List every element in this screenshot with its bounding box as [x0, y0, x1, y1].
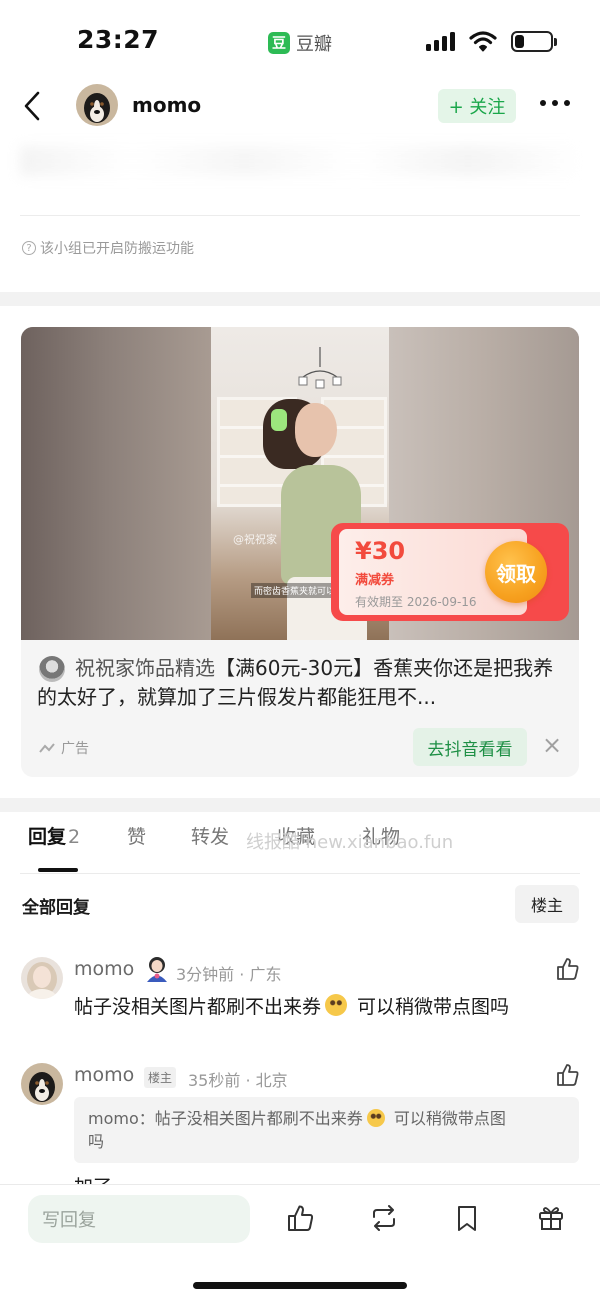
section-separator	[0, 798, 600, 812]
commenter-avatar[interactable]	[21, 957, 63, 999]
ad-card[interactable]: @祝祝家 而密齿香蕉夹就可以满 ¥30 满减券 有效期至 2026-09-16 …	[21, 327, 579, 777]
like-icon[interactable]	[555, 956, 581, 982]
commenter-avatar[interactable]	[21, 1063, 63, 1105]
battery-level	[515, 34, 524, 48]
coupon-card[interactable]: ¥30 满减券 有效期至 2026-09-16 领取	[331, 523, 569, 621]
coupon-amount: ¥30	[355, 537, 406, 565]
tab-replies[interactable]: 回复 2	[28, 822, 80, 849]
chandelier-icon	[298, 347, 342, 389]
author-avatar[interactable]	[76, 84, 118, 126]
quoted-reply: momo：帖子没相关图片都刷不出来券 可以稍微带点图吗	[74, 1097, 579, 1163]
home-indicator	[193, 1282, 407, 1289]
ad-brand-name: 祝祝家饰品精选	[75, 656, 215, 680]
comment-text: 帖子没相关图片都刷不出来券 可以稍微带点图吗	[74, 994, 510, 1018]
tab-replies-count: 2	[68, 826, 81, 848]
tab-likes[interactable]: 赞	[127, 822, 146, 849]
ad-label: 广告	[39, 738, 89, 758]
user-badge-icon	[147, 957, 167, 982]
ad-title[interactable]: 祝祝家饰品精选【满60元-30元】香蕉夹你还是把我养的太好了，就算加了三片假发片…	[37, 654, 563, 712]
nav-bar: momo + 关注	[0, 80, 600, 132]
close-ad-icon[interactable]: ×	[541, 733, 563, 757]
status-app: 豆 豆瓣	[268, 30, 332, 56]
divider	[20, 873, 580, 874]
battery-icon	[511, 30, 557, 52]
ad-image-blur-left	[21, 327, 211, 640]
bookmark-icon[interactable]	[452, 1203, 482, 1233]
open-douyin-button[interactable]: 去抖音看看	[413, 728, 527, 766]
pleading-face-icon	[366, 1109, 385, 1127]
page-watermark: 线报酷 new.xianbao.fun	[246, 832, 454, 853]
wifi-icon	[469, 31, 497, 52]
claim-coupon-button[interactable]: 领取	[485, 541, 547, 603]
replies-section-title: 全部回复	[22, 898, 90, 918]
commenter-name[interactable]: momo	[74, 1064, 134, 1086]
status-bar: 23:27 豆 豆瓣	[0, 0, 600, 80]
status-time: 23:27	[77, 25, 160, 54]
bottom-action-bar: 写回复	[0, 1184, 600, 1300]
author-name[interactable]: momo	[132, 93, 201, 117]
commenter-name[interactable]: momo	[74, 958, 134, 980]
status-icons	[426, 30, 557, 52]
pleading-face-icon	[325, 994, 348, 1016]
tab-reposts[interactable]: 转发	[191, 822, 229, 849]
ad-label-text: 广告	[61, 741, 89, 757]
like-icon[interactable]	[286, 1203, 316, 1233]
divider	[20, 215, 580, 216]
active-tab-indicator	[38, 868, 78, 872]
owner-badge: 楼主	[144, 1067, 177, 1088]
ad-image-watermark: @祝祝家	[233, 533, 277, 546]
repost-icon[interactable]	[369, 1203, 399, 1233]
question-circle-icon: ?	[22, 241, 36, 255]
anti-repost-notice: ? 该小组已开启防搬运功能	[22, 238, 194, 258]
douban-logo-icon: 豆	[268, 32, 290, 54]
owner-only-filter-button[interactable]: 楼主	[515, 885, 579, 923]
comment-meta: 3分钟前 · 广东	[176, 965, 282, 984]
status-app-name: 豆瓣	[296, 34, 332, 55]
cellular-signal-icon	[426, 31, 455, 51]
coupon-type: 满减券	[355, 573, 395, 588]
section-separator	[0, 292, 600, 306]
back-arrow-icon[interactable]	[18, 88, 48, 124]
gift-icon[interactable]	[536, 1203, 566, 1233]
ad-image[interactable]: @祝祝家 而密齿香蕉夹就可以满 ¥30 满减券 有效期至 2026-09-16 …	[21, 327, 579, 640]
comment-meta: 35秒前 · 北京	[188, 1071, 288, 1090]
coupon-expiry: 有效期至 2026-09-16	[355, 595, 477, 609]
ad-signal-icon	[39, 743, 55, 753]
notice-text: 该小组已开启防搬运功能	[40, 241, 194, 257]
follow-button[interactable]: + 关注	[438, 89, 516, 123]
more-options-icon[interactable]	[540, 100, 570, 106]
reply-input[interactable]: 写回复	[28, 1195, 250, 1243]
like-icon[interactable]	[555, 1062, 581, 1088]
blurred-post-content	[20, 146, 580, 176]
